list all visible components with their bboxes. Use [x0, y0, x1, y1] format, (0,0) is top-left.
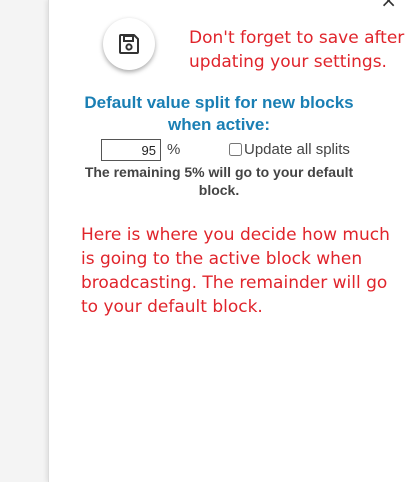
split-explanation-note: Here is where you decide how much is goi… — [81, 225, 390, 317]
settings-panel: × Don't forget to save after updating yo… — [48, 0, 412, 482]
close-icon[interactable]: × — [380, 0, 397, 10]
update-all-splits-label: Update all splits — [244, 141, 350, 158]
remaining-split-text: The remaining 5% will go to your default… — [84, 164, 354, 198]
save-reminder-note: Don't forget to save after updating your… — [189, 28, 405, 72]
percent-unit: % — [167, 141, 181, 158]
split-title: Default value split for new blocks when … — [84, 93, 354, 134]
floppy-disk-icon — [119, 34, 139, 54]
save-button[interactable] — [103, 18, 155, 70]
update-all-splits-checkbox[interactable] — [229, 143, 242, 156]
split-percent-input[interactable] — [101, 139, 161, 161]
update-all-splits-toggle[interactable]: Update all splits — [229, 141, 350, 158]
